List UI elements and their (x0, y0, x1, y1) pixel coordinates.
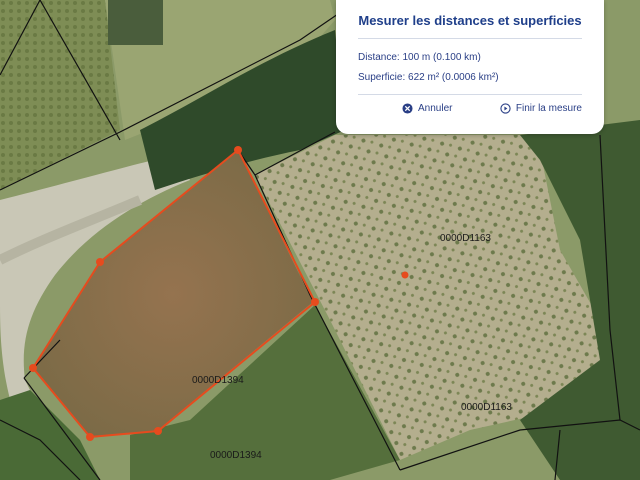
area-value: 622 m² (0.0006 km²) (408, 72, 499, 83)
map-view[interactable]: 0000D1163 0000D1394 0000D1163 0000D1394 … (0, 0, 640, 480)
measurement-vertex[interactable] (311, 298, 319, 306)
divider (358, 38, 582, 39)
area-label: Superficie: (358, 72, 406, 83)
finish-label: Finir la mesure (515, 103, 582, 114)
area-row: Superficie: 622 m² (0.0006 km²) (358, 72, 582, 84)
building (108, 0, 163, 45)
measurement-vertex[interactable] (86, 433, 94, 441)
parcel-label: 0000D1394 (210, 450, 262, 461)
distance-label: Distance: (358, 52, 400, 63)
finish-measure-button[interactable]: Finir la mesure (500, 103, 582, 114)
measurement-vertex[interactable] (96, 258, 104, 266)
measurement-vertex[interactable] (234, 146, 242, 154)
divider (358, 94, 582, 95)
cancel-label: Annuler (418, 103, 453, 114)
distance-row: Distance: 100 m (0.100 km) (358, 52, 582, 64)
parcel-label: 0000D1163 (461, 402, 512, 413)
measurement-vertex[interactable] (29, 364, 37, 372)
distance-value: 100 m (0.100 km) (402, 52, 481, 63)
play-circle-icon (500, 103, 511, 114)
cancel-button[interactable]: Annuler (402, 103, 452, 114)
close-circle-icon (402, 103, 413, 114)
measure-panel: Mesurer les distances et superficies Dis… (336, 0, 604, 134)
measurement-cursor-point (401, 271, 409, 279)
panel-actions: Annuler Finir la mesure (358, 103, 582, 114)
parcel-label: 0000D1394 (192, 375, 244, 386)
panel-title: Mesurer les distances et superficies (358, 13, 582, 28)
parcel-label: 0000D1163 (440, 233, 491, 244)
measurement-vertex[interactable] (154, 427, 162, 435)
